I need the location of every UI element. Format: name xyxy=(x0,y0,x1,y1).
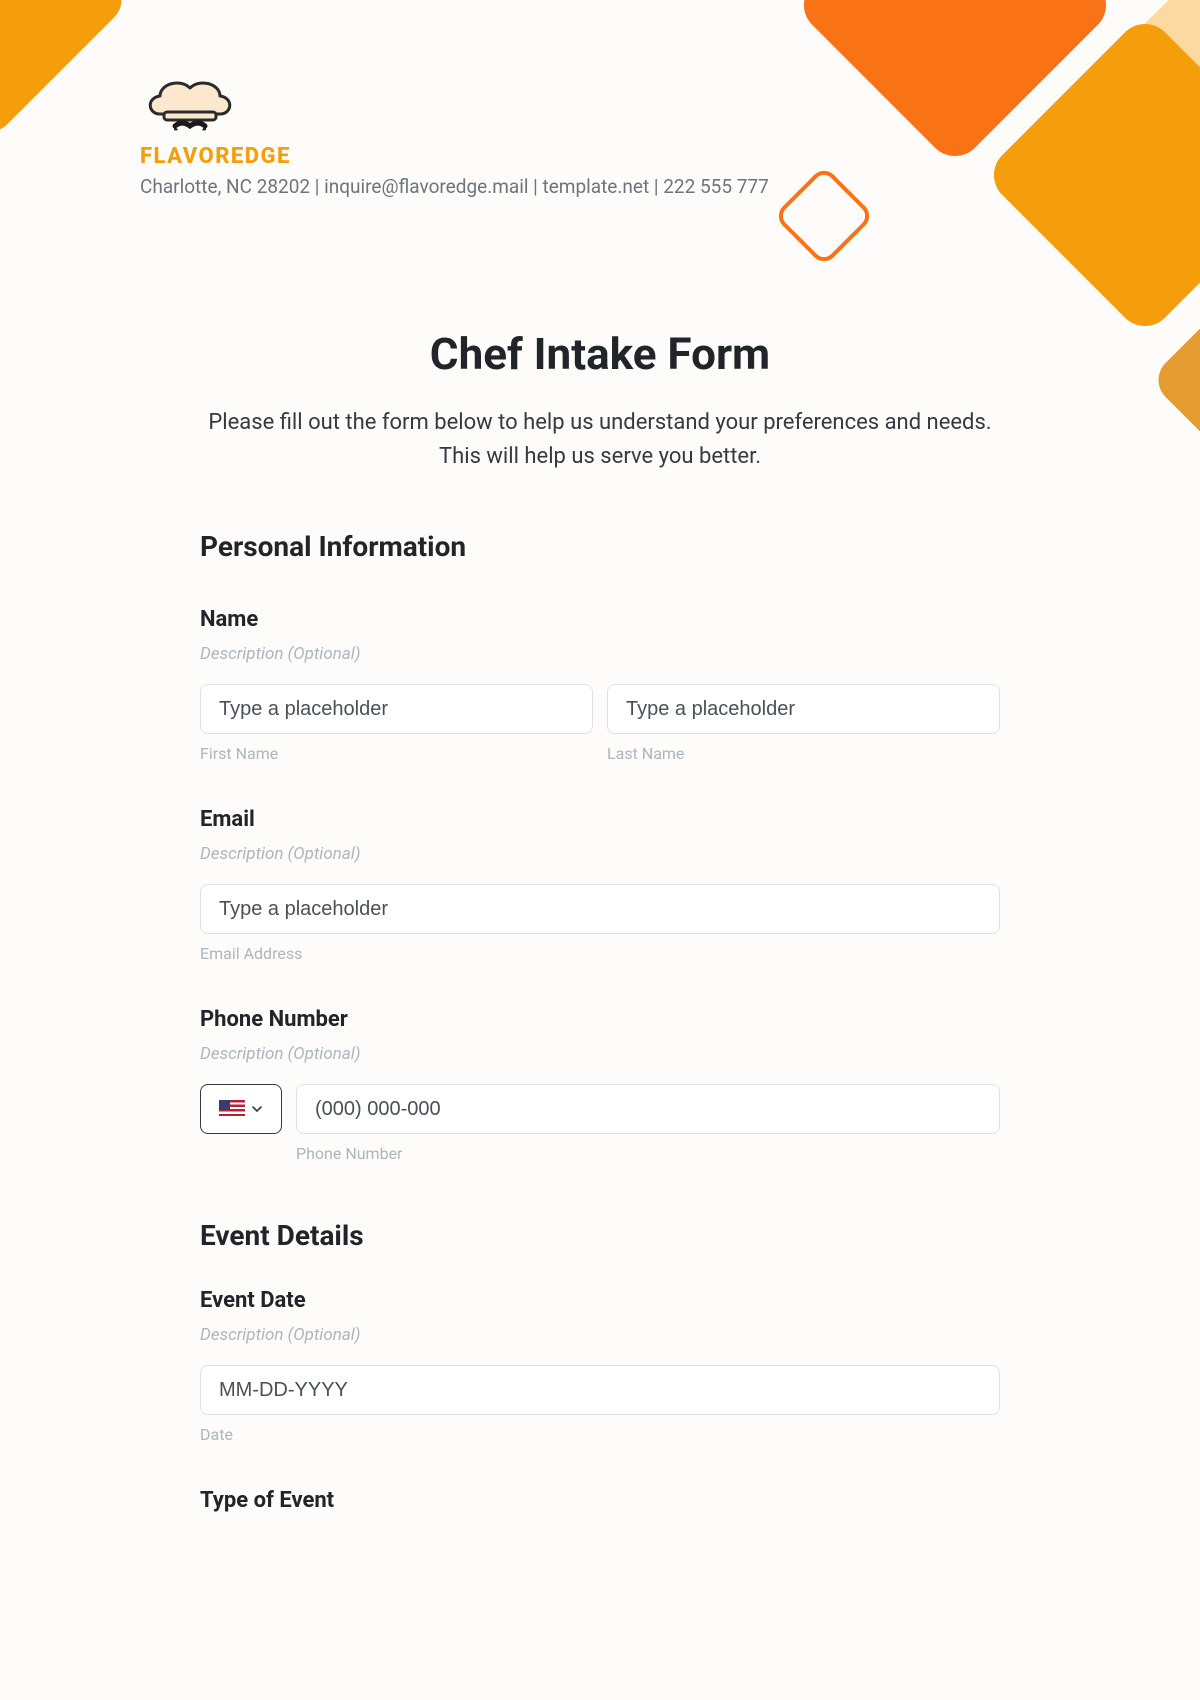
brand-contact-line: Charlotte, NC 28202 | inquire@flavoredge… xyxy=(140,175,1200,198)
last-name-sublabel: Last Name xyxy=(607,744,1000,763)
name-label: Name xyxy=(200,607,1000,632)
phone-label: Phone Number xyxy=(200,1007,1000,1032)
phone-input[interactable] xyxy=(296,1084,1000,1134)
event-date-description: Description (Optional) xyxy=(200,1325,1000,1345)
brand-name: FLAVOREDGE xyxy=(140,144,291,169)
chevron-down-icon xyxy=(251,1103,263,1115)
name-description: Description (Optional) xyxy=(200,644,1000,664)
field-event-date: Event Date Description (Optional) Date xyxy=(200,1288,1000,1444)
field-name: Name Description (Optional) First Name L… xyxy=(200,607,1000,763)
last-name-input[interactable] xyxy=(607,684,1000,734)
field-event-type: Type of Event xyxy=(200,1488,1000,1513)
first-name-sublabel: First Name xyxy=(200,744,593,763)
email-input[interactable] xyxy=(200,884,1000,934)
event-date-input[interactable] xyxy=(200,1365,1000,1415)
first-name-input[interactable] xyxy=(200,684,593,734)
email-description: Description (Optional) xyxy=(200,844,1000,864)
us-flag-icon xyxy=(219,1100,245,1118)
decor-shape xyxy=(1149,239,1200,522)
chef-hat-icon xyxy=(140,70,240,140)
event-date-label: Event Date xyxy=(200,1288,1000,1313)
phone-description: Description (Optional) xyxy=(200,1044,1000,1064)
field-email: Email Description (Optional) Email Addre… xyxy=(200,807,1000,963)
form-intro: Please fill out the form below to help u… xyxy=(200,406,1000,474)
header: FLAVOREDGE Charlotte, NC 28202 | inquire… xyxy=(0,0,1200,198)
brand-logo: FLAVOREDGE xyxy=(140,70,291,169)
section-personal-heading: Personal Information xyxy=(200,530,1000,563)
page-title: Chef Intake Form xyxy=(200,328,1000,380)
email-sublabel: Email Address xyxy=(200,944,1000,963)
form-content: Chef Intake Form Please fill out the for… xyxy=(200,328,1000,1513)
section-event-heading: Event Details xyxy=(200,1219,1000,1252)
country-code-select[interactable] xyxy=(200,1084,282,1134)
field-phone: Phone Number Description (Optional) Phon… xyxy=(200,1007,1000,1163)
email-label: Email xyxy=(200,807,1000,832)
phone-sublabel: Phone Number xyxy=(296,1144,1000,1163)
event-date-sublabel: Date xyxy=(200,1425,1000,1444)
event-type-label: Type of Event xyxy=(200,1488,1000,1513)
